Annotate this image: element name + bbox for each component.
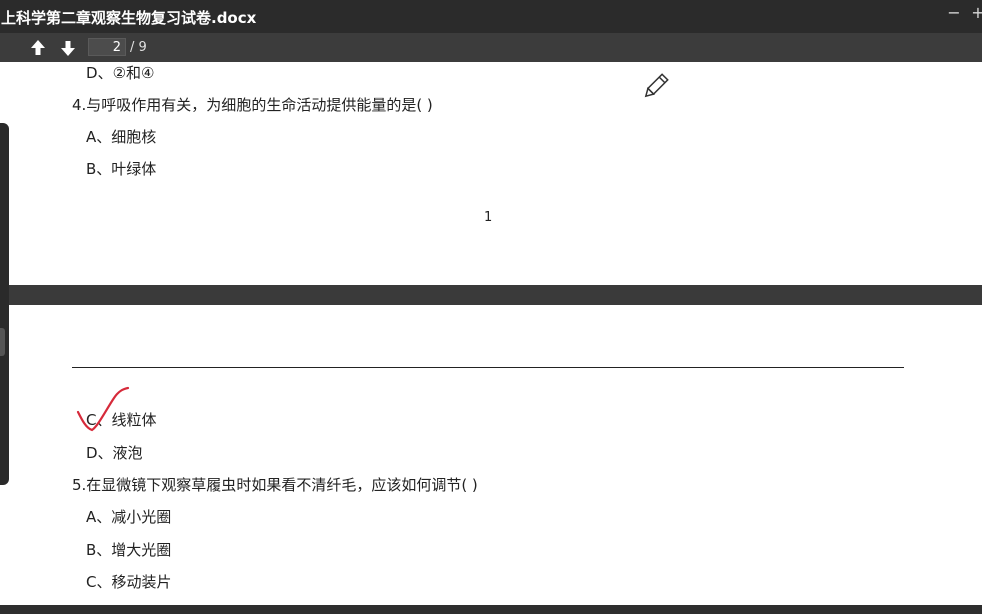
check-mark-icon <box>76 386 130 432</box>
document-page-1: D、②和④ 4.与呼吸作用有关，为细胞的生命活动提供能量的是( ) A、细胞核 … <box>0 62 982 285</box>
arrow-down-icon <box>61 41 75 56</box>
circled-number: ④ <box>141 64 155 82</box>
option-b-q5: B、增大光圈 <box>86 541 172 559</box>
question-5: 5.在显微镜下观察草履虫时如果看不清纤毛，应该如何调节( ) <box>72 476 478 494</box>
window-title: 上科学第二章观察生物复习试卷.docx <box>1 9 257 27</box>
option-prefix: D、 <box>86 64 113 82</box>
minimize-button[interactable]: − <box>944 3 964 22</box>
option-b: B、叶绿体 <box>86 160 157 178</box>
option-conjunction: 和 <box>126 64 142 82</box>
page-footer-number: 1 <box>484 210 493 225</box>
page-number-input[interactable] <box>88 38 126 56</box>
bottom-bar <box>0 605 982 614</box>
toolbar <box>0 33 982 62</box>
side-panel[interactable] <box>0 123 9 485</box>
document-page-2: C、线粒体 D、液泡 5.在显微镜下观察草履虫时如果看不清纤毛，应该如何调节( … <box>0 305 982 605</box>
circled-number: ② <box>112 64 127 82</box>
side-panel-handle[interactable] <box>0 328 5 356</box>
option-c-q5: C、移动装片 <box>86 573 172 591</box>
option-a: A、细胞核 <box>86 128 157 146</box>
maximize-button[interactable]: + <box>968 3 982 22</box>
page-gap <box>0 285 982 305</box>
option-a-q5: A、减小光圈 <box>86 508 172 526</box>
pencil-icon <box>644 73 669 98</box>
question-4: 4.与呼吸作用有关，为细胞的生命活动提供能量的是( ) <box>72 96 433 114</box>
page-total: / 9 <box>130 40 147 55</box>
previous-page-button[interactable] <box>27 37 49 59</box>
next-page-button[interactable] <box>57 37 79 59</box>
title-bar: 上科学第二章观察生物复习试卷.docx − + <box>0 0 982 33</box>
option-d-previous: D、②和④ <box>86 62 154 83</box>
arrow-up-icon <box>31 40 45 55</box>
header-rule <box>72 367 904 368</box>
option-d: D、液泡 <box>86 444 143 462</box>
